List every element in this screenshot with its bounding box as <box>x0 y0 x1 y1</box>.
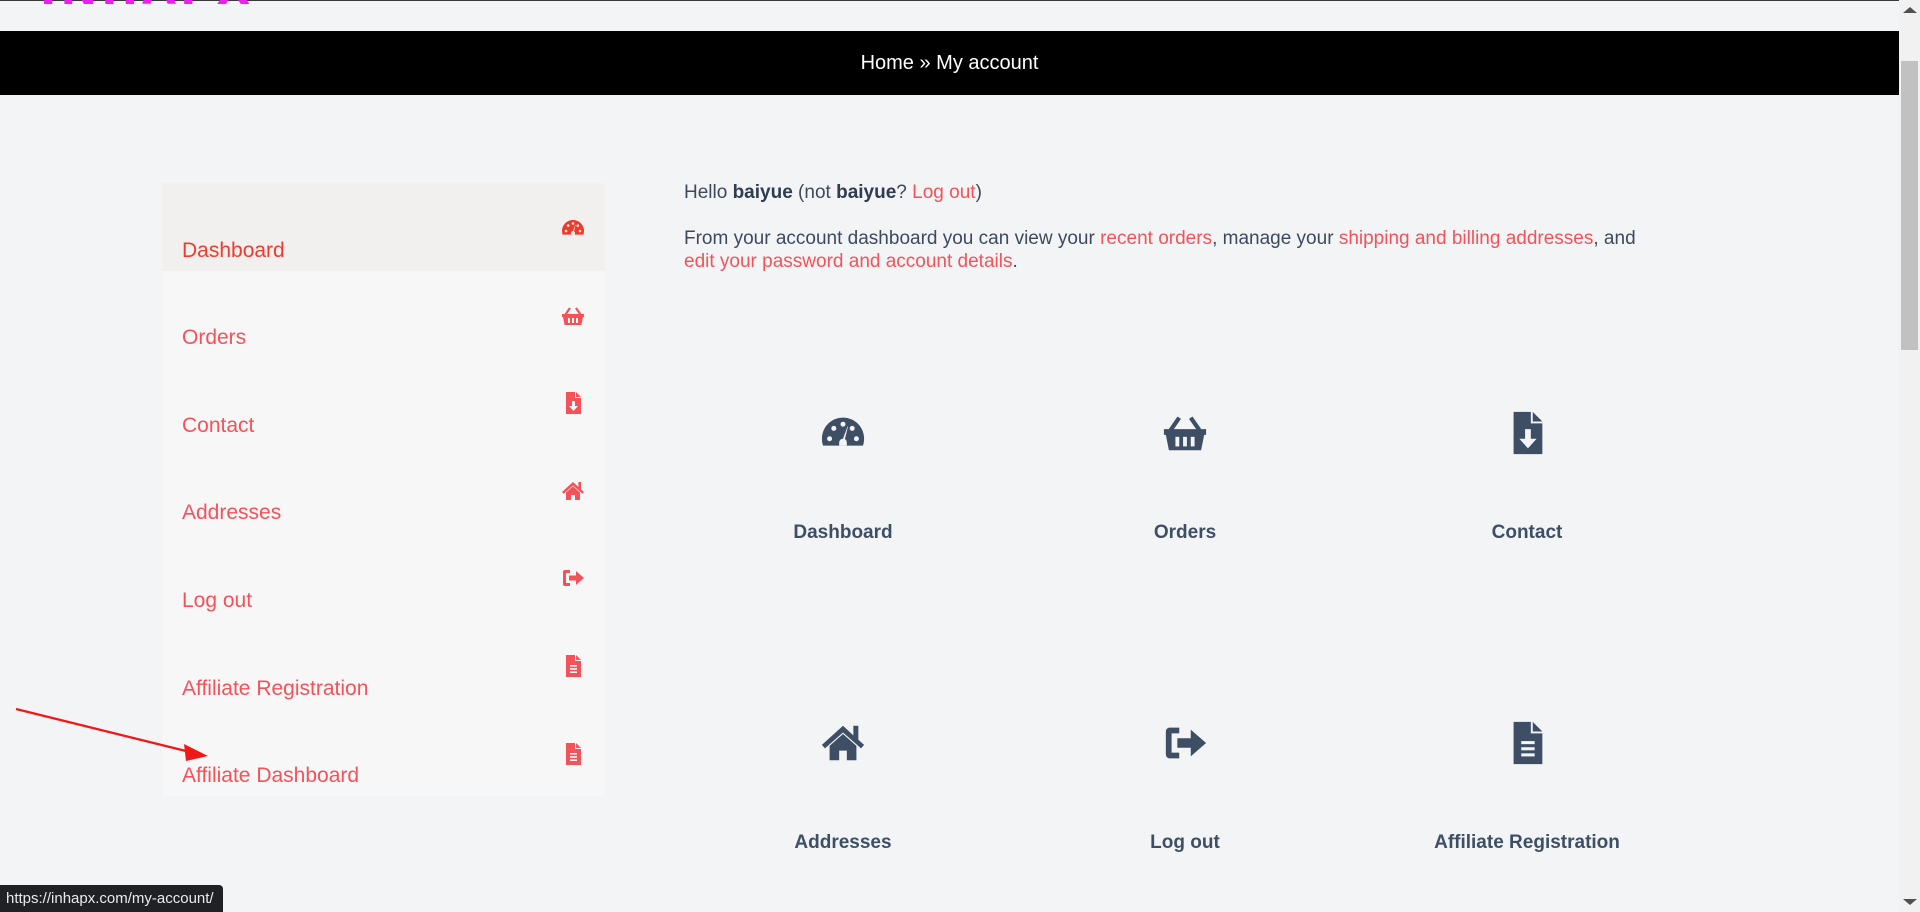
desc-text: From your account dashboard you can view… <box>684 228 1101 249</box>
file-text-icon <box>1504 720 1550 766</box>
tile-orders[interactable]: Orders <box>1035 400 1335 580</box>
account-details-link[interactable]: edit your password and account details <box>684 251 1012 272</box>
page-scrollbar[interactable] <box>1899 0 1920 912</box>
greeting-close: ) <box>975 182 982 203</box>
tile-addresses[interactable]: Addresses <box>693 710 993 890</box>
window-top-border <box>0 0 1899 1</box>
greeting-hello: Hello <box>684 182 733 203</box>
desc-text: , manage your <box>1212 228 1339 249</box>
file-download-icon <box>561 391 585 415</box>
recent-orders-link[interactable]: recent orders <box>1100 228 1212 249</box>
breadcrumb-separator: » <box>913 51 937 74</box>
sidebar-item-label: Affiliate Registration <box>182 676 369 700</box>
scroll-thumb[interactable] <box>1901 61 1918 350</box>
shopping-basket-icon <box>561 304 585 328</box>
link-hover-status-url: https://inhapx.com/my-account/ <box>0 885 223 912</box>
tile-affiliate-registration[interactable]: Affiliate Registration <box>1377 710 1677 890</box>
desc-text: , and <box>1593 228 1636 249</box>
tile-label: Contact <box>1491 522 1563 543</box>
account-navigation: Dashboard Orders Contact Addresses Log o… <box>162 183 605 797</box>
account-content: Hello baiyue (not baiyue? Log out) From … <box>684 180 1644 273</box>
file-download-icon <box>1504 410 1550 456</box>
addresses-link[interactable]: shipping and billing addresses <box>1339 228 1594 249</box>
sidebar-item-dashboard[interactable]: Dashboard <box>162 183 605 271</box>
greeting-not: (not <box>792 182 837 203</box>
sidebar-item-label: Contact <box>182 413 255 437</box>
tile-label: Addresses <box>794 832 892 853</box>
tile-label: Dashboard <box>793 522 893 543</box>
file-text-icon <box>561 654 585 678</box>
breadcrumb-bar: Home » My account <box>0 31 1899 95</box>
desc-text: . <box>1012 251 1018 272</box>
tile-dashboard[interactable]: Dashboard <box>693 400 993 580</box>
sidebar-item-label: Log out <box>182 588 253 612</box>
sidebar-item-affiliate-dashboard[interactable]: Affiliate Dashboard <box>162 709 605 797</box>
breadcrumb-current: My account <box>936 51 1039 74</box>
sidebar-item-addresses[interactable]: Addresses <box>162 446 605 534</box>
username-repeat: baiyue <box>836 182 897 203</box>
sidebar-item-label: Dashboard <box>182 238 285 262</box>
sidebar-item-label: Addresses <box>182 501 282 525</box>
tile-label: Log out <box>1150 832 1220 853</box>
sidebar-item-affiliate-registration[interactable]: Affiliate Registration <box>162 621 605 709</box>
greeting-question: ? <box>896 182 913 203</box>
tile-contact[interactable]: Contact <box>1377 400 1677 580</box>
username: baiyue <box>732 182 793 203</box>
dashboard-description: From your account dashboard you can view… <box>684 227 1644 273</box>
scroll-down-arrow-icon[interactable] <box>1899 892 1920 912</box>
shopping-basket-icon <box>1162 410 1208 456</box>
home-icon <box>561 479 585 503</box>
breadcrumb: Home » My account <box>861 52 1039 75</box>
tachometer-icon <box>820 410 866 456</box>
sidebar-item-orders[interactable]: Orders <box>162 271 605 359</box>
sidebar-item-log-out[interactable]: Log out <box>162 533 605 621</box>
greeting-text: Hello baiyue (not baiyue? Log out) <box>684 180 1644 206</box>
tile-label: Orders <box>1153 522 1217 543</box>
sign-out-icon <box>1162 720 1208 766</box>
sidebar-item-label: Affiliate Dashboard <box>182 764 360 788</box>
tachometer-icon <box>561 216 585 240</box>
scroll-up-arrow-icon[interactable] <box>1899 0 1920 20</box>
sidebar-item-contact[interactable]: Contact <box>162 358 605 446</box>
home-icon <box>820 720 866 766</box>
site-logo[interactable]: INHAPX <box>40 0 254 12</box>
sign-out-icon <box>561 566 585 590</box>
tile-label: Affiliate Registration <box>1434 832 1620 853</box>
logout-link[interactable]: Log out <box>912 182 975 203</box>
breadcrumb-home-link[interactable]: Home <box>861 52 914 74</box>
sidebar-item-label: Orders <box>182 326 247 350</box>
tile-log-out[interactable]: Log out <box>1035 710 1335 890</box>
file-text-icon <box>561 742 585 766</box>
